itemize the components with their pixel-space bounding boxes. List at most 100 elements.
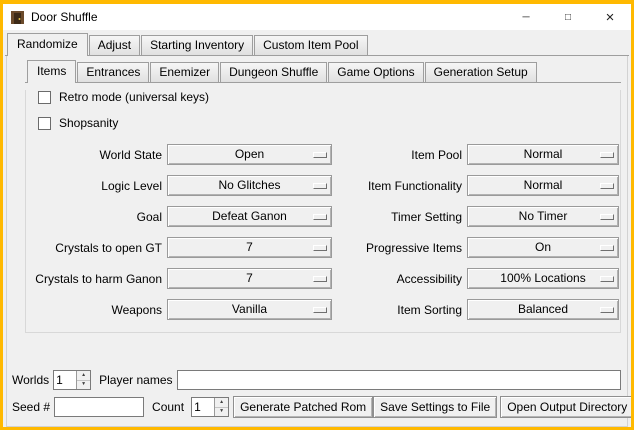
item-functionality-label: Item Functionality xyxy=(337,179,462,193)
dropdown-indicator-icon xyxy=(313,183,327,189)
worlds-input[interactable] xyxy=(54,371,76,389)
minimize-button[interactable]: ─ xyxy=(505,4,547,30)
accessibility-label: Accessibility xyxy=(337,272,462,286)
worlds-label: Worlds xyxy=(12,373,49,387)
door-shuffle-window: Door Shuffle ─ □ × Randomize Adjust Star… xyxy=(0,0,634,430)
shopsanity-checkbox[interactable] xyxy=(38,117,51,130)
save-settings-button[interactable]: Save Settings to File xyxy=(373,396,497,418)
settings-grid: World State Open Item Pool Normal Logic … xyxy=(28,144,620,320)
tab-adjust[interactable]: Adjust xyxy=(89,35,140,55)
spin-up-icon[interactable]: ▲ xyxy=(77,371,90,380)
spin-down-icon[interactable]: ▼ xyxy=(215,407,228,417)
worlds-spin-buttons: ▲ ▼ xyxy=(76,371,90,389)
maximize-icon: □ xyxy=(565,12,571,23)
retro-mode-checkbox[interactable] xyxy=(38,91,51,104)
world-state-label: World State xyxy=(28,148,162,162)
dropdown-indicator-icon xyxy=(600,245,614,251)
player-names-label: Player names xyxy=(99,373,172,387)
seed-label: Seed # xyxy=(12,400,50,414)
crystals-harm-ganon-dropdown[interactable]: 7 xyxy=(167,268,332,289)
goal-value: Defeat Ganon xyxy=(168,209,331,224)
timer-setting-label: Timer Setting xyxy=(337,210,462,224)
accessibility-dropdown[interactable]: 100% Locations xyxy=(467,268,619,289)
open-output-directory-button[interactable]: Open Output Directory xyxy=(500,396,634,418)
item-sorting-label: Item Sorting xyxy=(337,303,462,317)
generate-patched-rom-button[interactable]: Generate Patched Rom xyxy=(233,396,373,418)
item-pool-dropdown[interactable]: Normal xyxy=(467,144,619,165)
progressive-items-label: Progressive Items xyxy=(337,241,462,255)
world-state-value: Open xyxy=(168,147,331,162)
dropdown-indicator-icon xyxy=(313,245,327,251)
item-sorting-dropdown[interactable]: Balanced xyxy=(467,299,619,320)
close-icon: × xyxy=(606,9,615,26)
weapons-value: Vanilla xyxy=(168,302,331,317)
goal-dropdown[interactable]: Defeat Ganon xyxy=(167,206,332,227)
count-input[interactable] xyxy=(192,398,214,416)
item-sorting-value: Balanced xyxy=(468,302,618,317)
tab-custom-item-pool[interactable]: Custom Item Pool xyxy=(254,35,367,55)
logic-level-label: Logic Level xyxy=(28,179,162,193)
item-pool-label: Item Pool xyxy=(337,148,462,162)
close-button[interactable]: × xyxy=(589,4,631,30)
randomize-pane: Items Entrances Enemizer Dungeon Shuffle… xyxy=(6,56,628,427)
shopsanity-row[interactable]: Shopsanity xyxy=(38,116,620,130)
count-label: Count xyxy=(152,400,184,414)
accessibility-value: 100% Locations xyxy=(468,271,618,286)
progressive-items-dropdown[interactable]: On xyxy=(467,237,619,258)
weapons-dropdown[interactable]: Vanilla xyxy=(167,299,332,320)
count-spin-buttons: ▲ ▼ xyxy=(214,398,228,416)
world-state-dropdown[interactable]: Open xyxy=(167,144,332,165)
app-icon xyxy=(10,10,25,25)
logic-level-dropdown[interactable]: No Glitches xyxy=(167,175,332,196)
retro-mode-label: Retro mode (universal keys) xyxy=(59,90,209,104)
timer-setting-dropdown[interactable]: No Timer xyxy=(467,206,619,227)
crystals-open-gt-value: 7 xyxy=(168,240,331,255)
logic-level-value: No Glitches xyxy=(168,178,331,193)
tab-randomize[interactable]: Randomize xyxy=(7,33,88,56)
item-functionality-value: Normal xyxy=(468,178,618,193)
tab-enemizer[interactable]: Enemizer xyxy=(150,62,219,82)
tab-generation-setup[interactable]: Generation Setup xyxy=(425,62,537,82)
inner-notebook: Items Entrances Enemizer Dungeon Shuffle… xyxy=(25,60,621,333)
maximize-button[interactable]: □ xyxy=(547,4,589,30)
item-functionality-dropdown[interactable]: Normal xyxy=(467,175,619,196)
seed-row: Seed # Count ▲ ▼ Generate Patched Rom Sa… xyxy=(12,396,622,418)
dropdown-indicator-icon xyxy=(600,276,614,282)
progressive-items-value: On xyxy=(468,240,618,255)
dropdown-indicator-icon xyxy=(600,307,614,313)
dropdown-indicator-icon xyxy=(313,276,327,282)
crystals-open-gt-dropdown[interactable]: 7 xyxy=(167,237,332,258)
window-title: Door Shuffle xyxy=(31,10,98,24)
crystals-harm-ganon-value: 7 xyxy=(168,271,331,286)
spin-down-icon[interactable]: ▼ xyxy=(77,380,90,390)
tab-starting-inventory[interactable]: Starting Inventory xyxy=(141,35,253,55)
bottom-controls: Worlds ▲ ▼ Player names Seed # Count xyxy=(7,364,627,426)
crystals-harm-ganon-label: Crystals to harm Ganon xyxy=(28,272,162,286)
item-pool-value: Normal xyxy=(468,147,618,162)
spin-up-icon[interactable]: ▲ xyxy=(215,398,228,407)
dropdown-indicator-icon xyxy=(600,152,614,158)
tab-items[interactable]: Items xyxy=(27,60,76,83)
outer-tabbar: Randomize Adjust Starting Inventory Cust… xyxy=(5,33,629,56)
dropdown-indicator-icon xyxy=(313,152,327,158)
weapons-label: Weapons xyxy=(28,303,162,317)
retro-mode-row[interactable]: Retro mode (universal keys) xyxy=(38,90,620,104)
client-area: Randomize Adjust Starting Inventory Cust… xyxy=(3,30,631,427)
inner-tabbar: Items Entrances Enemizer Dungeon Shuffle… xyxy=(25,60,621,83)
titlebar: Door Shuffle ─ □ × xyxy=(3,4,631,30)
worlds-spinbox[interactable]: ▲ ▼ xyxy=(53,370,91,390)
dropdown-indicator-icon xyxy=(600,183,614,189)
tab-entrances[interactable]: Entrances xyxy=(77,62,149,82)
dropdown-indicator-icon xyxy=(313,307,327,313)
dropdown-indicator-icon xyxy=(600,214,614,220)
count-spinbox[interactable]: ▲ ▼ xyxy=(191,397,229,417)
player-names-input[interactable] xyxy=(177,370,622,390)
timer-setting-value: No Timer xyxy=(468,209,618,224)
shopsanity-label: Shopsanity xyxy=(59,116,118,130)
worlds-row: Worlds ▲ ▼ Player names xyxy=(12,370,622,390)
tab-game-options[interactable]: Game Options xyxy=(328,62,423,82)
seed-input[interactable] xyxy=(54,397,144,417)
dropdown-indicator-icon xyxy=(313,214,327,220)
tab-dungeon-shuffle[interactable]: Dungeon Shuffle xyxy=(220,62,327,82)
minimize-icon: ─ xyxy=(522,12,529,23)
